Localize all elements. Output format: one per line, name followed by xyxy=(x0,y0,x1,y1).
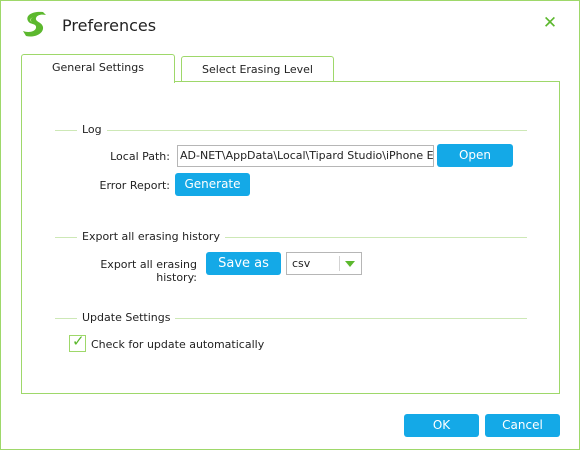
local-path-label: Local Path: xyxy=(110,150,170,163)
export-format-select[interactable]: csv xyxy=(286,252,362,275)
tab-select-erasing-level[interactable]: Select Erasing Level xyxy=(181,56,334,83)
window-title: Preferences xyxy=(62,16,157,35)
select-divider xyxy=(339,256,340,271)
close-icon[interactable]: ✕ xyxy=(542,15,558,32)
save-as-button[interactable]: Save as xyxy=(206,252,281,275)
checkmark-icon: ✓ xyxy=(72,332,85,350)
tab-general-settings[interactable]: General Settings xyxy=(21,54,175,83)
log-section-divider xyxy=(55,130,527,131)
local-path-field[interactable]: AD-NET\AppData\Local\Tipard Studio\iPhon… xyxy=(177,145,434,167)
generate-button[interactable]: Generate xyxy=(175,173,250,196)
update-section-title: Update Settings xyxy=(77,311,176,324)
auto-update-label: Check for update automatically xyxy=(91,338,265,351)
open-button[interactable]: Open xyxy=(437,144,513,167)
app-logo-icon xyxy=(23,11,46,37)
export-history-label: Export all erasing history: xyxy=(100,258,197,284)
cancel-button[interactable]: Cancel xyxy=(485,414,560,437)
auto-update-checkbox[interactable]: ✓ xyxy=(69,332,86,352)
ok-button[interactable]: OK xyxy=(404,414,479,437)
export-format-value: csv xyxy=(292,257,311,270)
preferences-window: Preferences ✕ General Settings Select Er… xyxy=(0,0,580,450)
export-section-title: Export all erasing history xyxy=(77,230,225,243)
error-report-label: Error Report: xyxy=(99,179,170,192)
log-section-title: Log xyxy=(77,123,107,136)
chevron-down-icon[interactable] xyxy=(345,261,355,267)
